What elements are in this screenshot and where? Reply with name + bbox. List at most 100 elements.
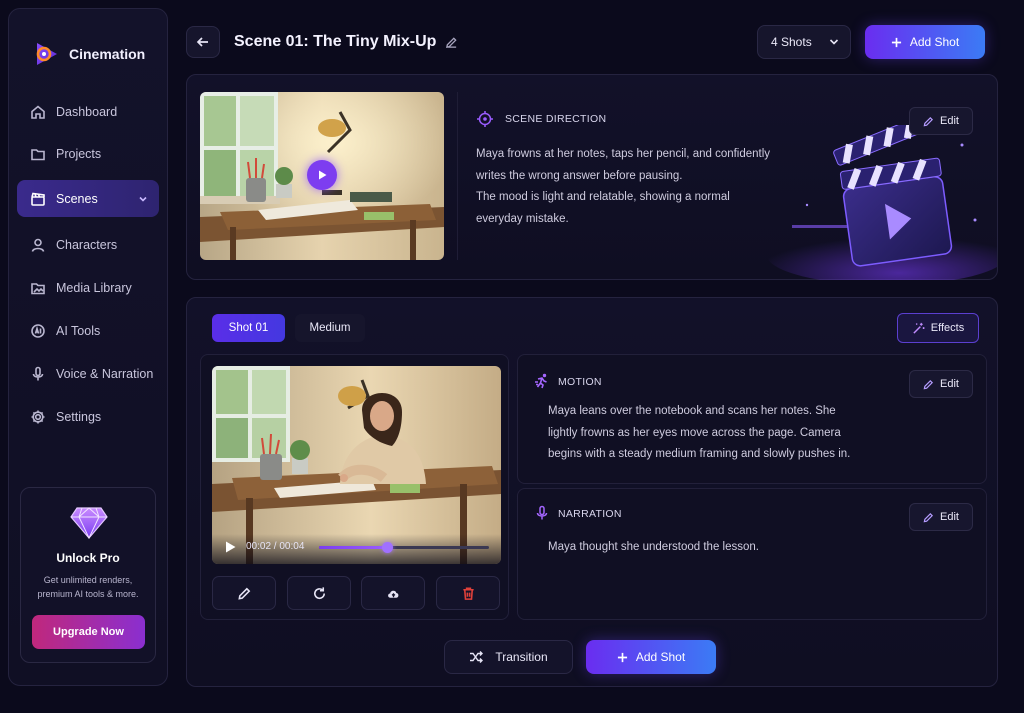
sidebar-item-label: Settings [56, 410, 102, 424]
scene-direction-line: Maya frowns at her notes, taps her penci… [476, 148, 771, 160]
delete-button[interactable] [436, 576, 500, 610]
scene-direction-line: everyday mistake. [476, 212, 569, 225]
sidebar-item-media-library[interactable]: Media Library [17, 270, 159, 306]
sidebar-item-dashboard[interactable]: Dashboard [17, 94, 159, 130]
add-shot-label: Add Shot [635, 650, 686, 664]
add-shot-footer-button[interactable]: Add Shot [586, 640, 716, 674]
sidebar-item-label: Characters [56, 238, 118, 252]
motion-line: begins with a steady medium framing and … [548, 448, 851, 460]
upgrade-promo-card: Unlock Pro Get unlimited renders, premiu… [20, 487, 156, 663]
sidebar-item-ai-tools[interactable]: AI Tools [17, 313, 159, 349]
sidebar-item-projects[interactable]: Projects [17, 136, 159, 172]
target-icon [477, 111, 493, 127]
narration-label: NARRATION [558, 508, 622, 520]
scene-direction-label: SCENE DIRECTION [505, 113, 607, 125]
transition-button[interactable]: Transition [444, 640, 573, 674]
progress-handle[interactable] [381, 542, 393, 553]
microphone-icon [536, 505, 548, 520]
scene-direction-line: writes the wrong answer before pausing. [476, 169, 683, 182]
sidebar-item-label: Voice & Narration [56, 367, 154, 381]
tab-shot-01[interactable]: Shot 01 [212, 314, 285, 342]
plus-icon [891, 37, 901, 47]
play-icon [319, 170, 327, 180]
image-folder-icon [31, 283, 45, 295]
refresh-icon [313, 586, 325, 599]
sidebar-item-label: AI Tools [56, 324, 101, 338]
edit-label: Edit [940, 115, 959, 127]
plus-icon [617, 652, 627, 662]
cinemation-logo-icon [36, 43, 57, 65]
upload-button[interactable] [361, 576, 425, 610]
edit-scene-direction-button[interactable]: Edit [909, 107, 973, 135]
motion-line: Maya leans over the notebook and scans h… [548, 405, 836, 417]
page-title: Scene 01: The Tiny Mix-Up [234, 33, 437, 50]
folder-icon [31, 149, 45, 161]
regenerate-button[interactable] [287, 576, 351, 610]
transition-label: Transition [495, 650, 548, 664]
trash-icon [462, 587, 474, 600]
scene-direction-line: The mood is light and relatable, showing… [476, 191, 730, 203]
scene-direction-panel: SCENE DIRECTION Maya frowns at her notes… [186, 74, 998, 280]
video-player[interactable]: 00:02 / 00:04 [212, 366, 501, 564]
sidebar-item-settings[interactable]: Settings [17, 399, 159, 435]
edit-label: Edit [940, 378, 959, 390]
cloud-upload-icon [387, 590, 398, 598]
add-shot-header-button[interactable]: Add Shot [865, 25, 985, 59]
pencil-icon[interactable] [445, 36, 458, 49]
home-icon [31, 105, 45, 119]
user-icon [31, 238, 45, 252]
brand[interactable]: Cinemation [31, 39, 145, 69]
clapperboard-icon [31, 192, 45, 206]
add-shot-label: Add Shot [909, 35, 960, 49]
sidebar: Cinemation Dashboard Projects Scenes Cha… [8, 8, 168, 686]
app-name: Cinemation [69, 46, 146, 62]
progress-fill [319, 546, 387, 549]
shot-panel: Shot 01 Medium Effects 00:02 / 00:04 MOT… [186, 297, 998, 687]
tab-medium[interactable]: Medium [295, 314, 365, 342]
pencil-icon [237, 587, 250, 600]
narration-text: Maya thought she understood the lesson. [548, 541, 759, 553]
ai-icon [31, 324, 45, 338]
pencil-icon [923, 379, 934, 389]
edit-label: Edit [940, 511, 959, 523]
sidebar-item-voice-narration[interactable]: Voice & Narration [17, 356, 159, 392]
motion-label: MOTION [558, 376, 602, 388]
upgrade-now-button[interactable]: Upgrade Now [32, 615, 145, 649]
sidebar-item-characters[interactable]: Characters [17, 227, 159, 263]
sidebar-item-label: Scenes [56, 191, 98, 206]
player-time: 00:02 / 00:04 [246, 541, 305, 552]
sidebar-item-scenes[interactable]: Scenes [17, 180, 159, 217]
motion-line: lightly frowns as her eyes move across t… [548, 426, 841, 439]
effects-button[interactable]: Effects [897, 313, 979, 343]
promo-title: Unlock Pro [56, 551, 120, 565]
scene-direction-text: Maya frowns at her notes, taps her penci… [476, 144, 770, 230]
diamond-icon [70, 507, 108, 540]
edit-video-button[interactable] [212, 576, 276, 610]
sidebar-item-label: Media Library [56, 281, 132, 295]
edit-motion-button[interactable]: Edit [909, 370, 973, 398]
shots-count-select[interactable]: 4 Shots [757, 25, 851, 59]
divider [457, 92, 458, 260]
scene-thumbnail[interactable] [200, 92, 444, 260]
edit-narration-button[interactable]: Edit [909, 503, 973, 531]
back-button[interactable] [186, 26, 220, 58]
microphone-icon [32, 366, 44, 381]
play-icon[interactable] [224, 540, 237, 554]
sidebar-item-label: Dashboard [56, 105, 118, 119]
motion-text: Maya leans over the notebook and scans h… [548, 401, 850, 466]
pencil-icon [923, 116, 934, 126]
gear-icon [31, 410, 45, 424]
sidebar-item-label: Projects [56, 147, 102, 161]
chevron-down-icon [829, 39, 838, 45]
arrow-left-icon [196, 37, 208, 47]
chevron-down-icon[interactable] [137, 193, 149, 205]
promo-subtitle: Get unlimited renders, premium AI tools … [37, 575, 139, 599]
clapperboard-illustration [767, 125, 997, 280]
shuffle-icon [470, 651, 484, 663]
running-person-icon [535, 373, 547, 389]
effects-label: Effects [930, 322, 965, 334]
pencil-icon [923, 512, 934, 522]
play-button[interactable] [307, 160, 337, 190]
magic-wand-icon [913, 322, 925, 334]
shots-count-value: 4 Shots [771, 35, 812, 49]
